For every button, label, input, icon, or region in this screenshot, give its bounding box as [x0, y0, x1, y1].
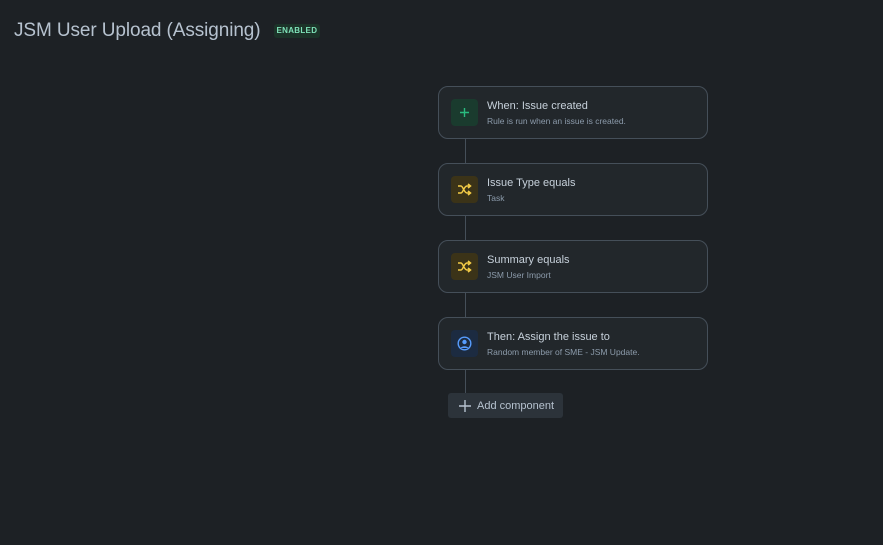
header: JSM User Upload (Assigning) ENABLED	[14, 20, 321, 42]
card-subtitle: Task	[487, 193, 505, 203]
card-title: Then: Assign the issue to	[487, 331, 610, 343]
card-title: Summary equals	[487, 254, 570, 266]
connector-line	[465, 139, 466, 163]
card-title: When: Issue created	[487, 100, 588, 112]
plus-icon	[451, 99, 478, 126]
add-component-button[interactable]: Add component	[448, 393, 564, 418]
shuffle-icon	[451, 176, 478, 203]
shuffle-icon	[451, 253, 478, 280]
user-circle-icon	[451, 330, 478, 357]
connector-line	[465, 216, 466, 240]
trigger-card[interactable]: When: Issue created Rule is run when an …	[438, 86, 708, 139]
status-badge: ENABLED	[273, 24, 321, 38]
rule-editor-page: JSM User Upload (Assigning) ENABLED When…	[0, 0, 883, 545]
card-subtitle: Random member of SME - JSM Update.	[487, 347, 640, 357]
condition-card-summary[interactable]: Summary equals JSM User Import	[438, 240, 708, 293]
connector-line	[465, 370, 466, 394]
connector-line	[465, 293, 466, 317]
card-subtitle: Rule is run when an issue is created.	[487, 116, 626, 126]
condition-card-issue-type[interactable]: Issue Type equals Task	[438, 163, 708, 216]
card-title: Issue Type equals	[487, 177, 576, 189]
card-subtitle: JSM User Import	[487, 270, 551, 280]
add-component-label: Add component	[477, 399, 555, 412]
page-title: JSM User Upload (Assigning)	[14, 20, 261, 41]
action-card-assign[interactable]: Then: Assign the issue to Random member …	[438, 317, 708, 370]
plus-icon	[458, 399, 472, 413]
